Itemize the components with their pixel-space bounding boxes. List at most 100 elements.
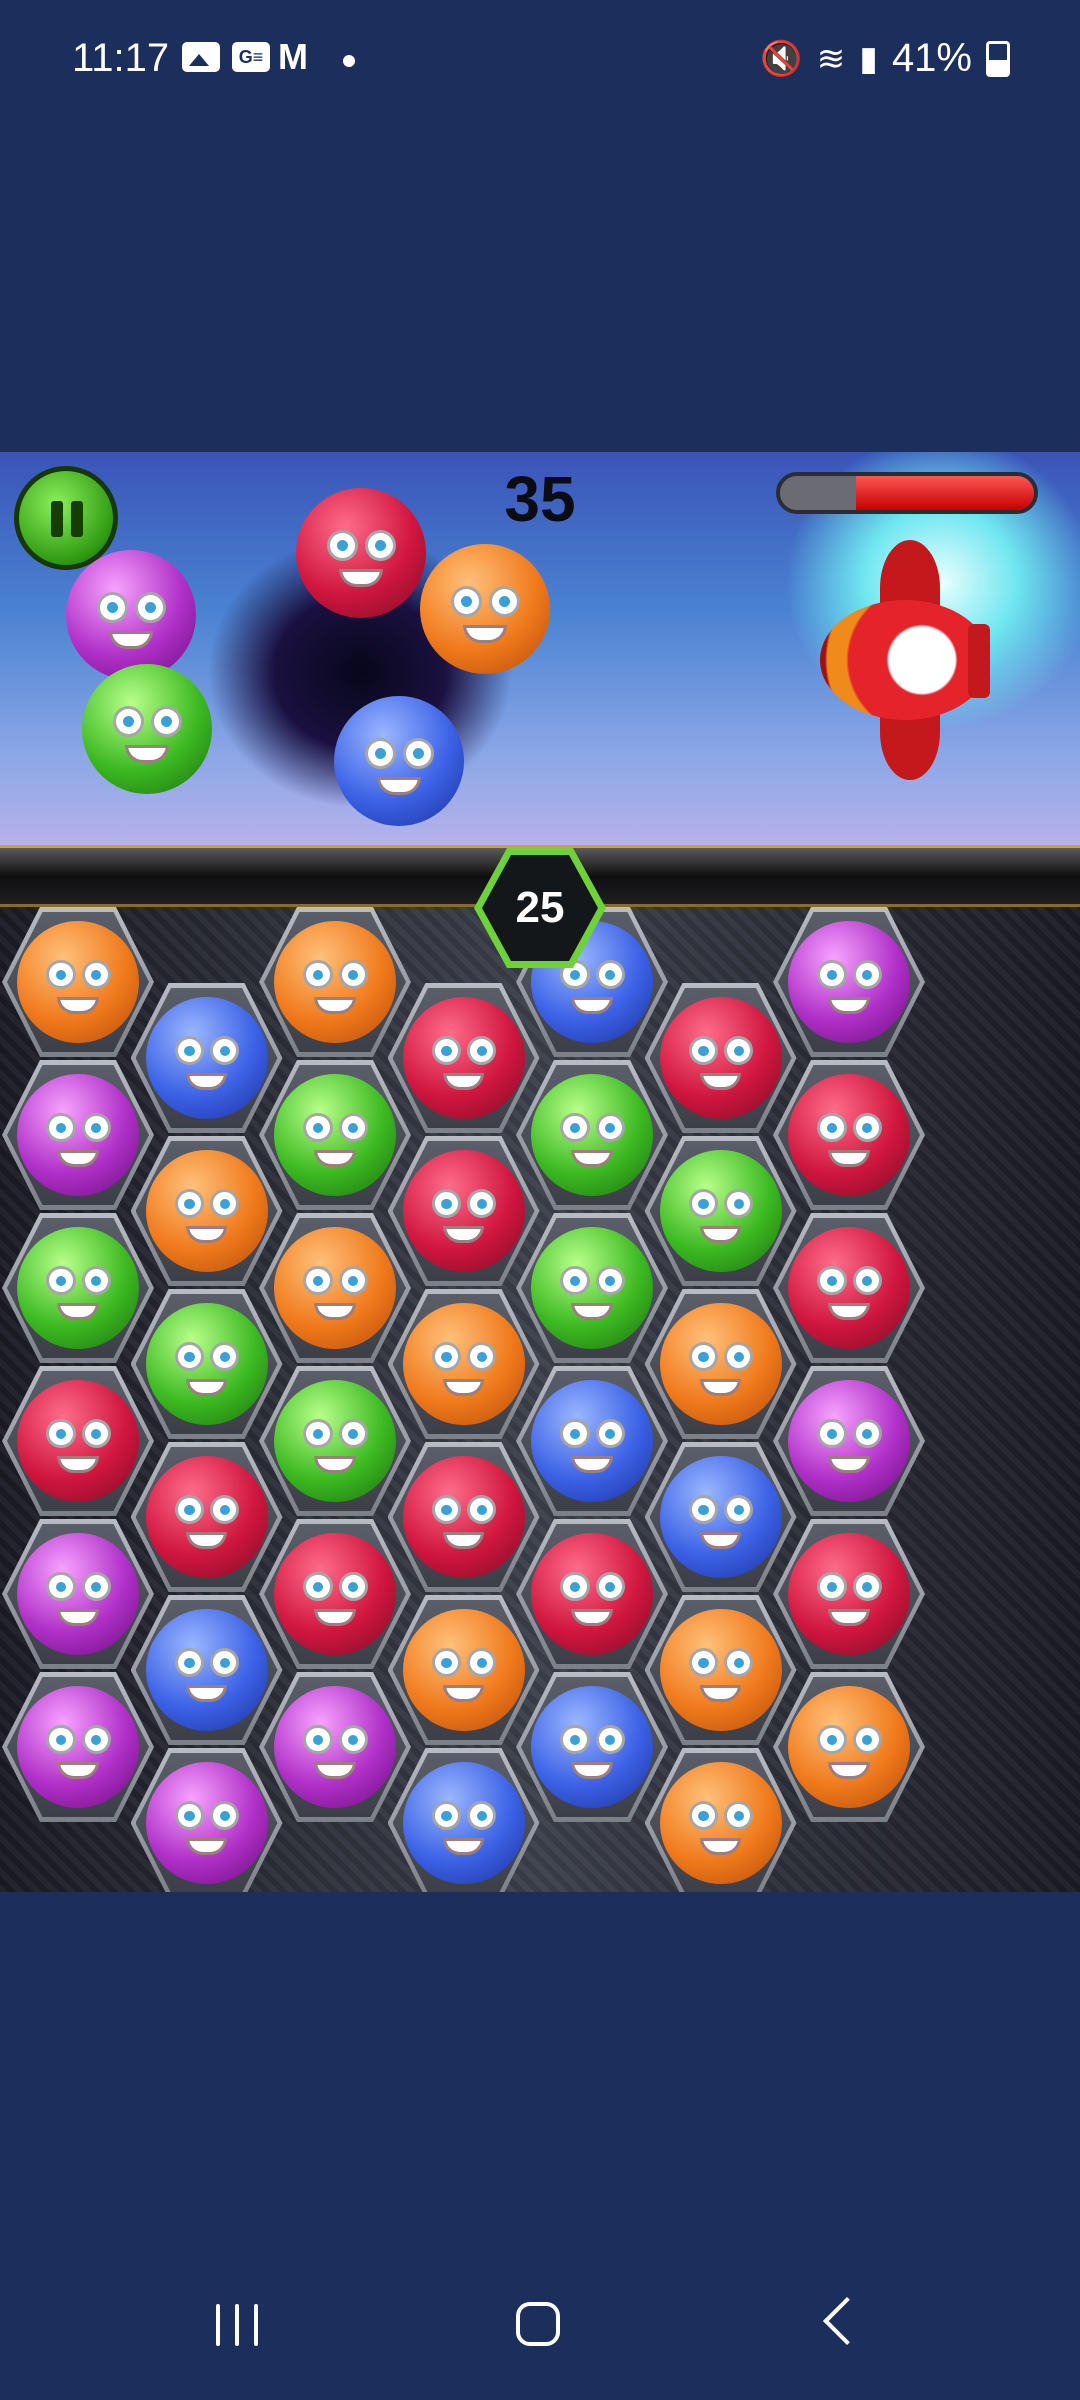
monster-eye — [431, 1342, 462, 1372]
blue-monster[interactable] — [145, 1609, 268, 1731]
red-monster[interactable] — [531, 1533, 653, 1655]
red-monster[interactable] — [788, 1074, 910, 1196]
monster-eye — [467, 1342, 497, 1372]
enemy-health-bar — [776, 472, 1038, 514]
monster-eye — [595, 1266, 625, 1296]
monster-eye — [724, 1495, 754, 1525]
monster-mouth — [57, 1608, 99, 1626]
purple-monster[interactable] — [788, 1380, 910, 1502]
monster-eye — [210, 1342, 240, 1372]
blue-monster[interactable] — [402, 1762, 525, 1884]
monster-eye — [210, 1189, 240, 1219]
orange-monster[interactable] — [659, 1609, 782, 1731]
enemy-spaceship — [806, 540, 1016, 780]
monster-mouth — [699, 1072, 742, 1090]
orange-monster[interactable] — [659, 1303, 782, 1425]
monster-eye — [402, 737, 435, 769]
monster-eye — [688, 1495, 719, 1525]
orange-monster[interactable] — [402, 1609, 525, 1731]
blue-monster[interactable] — [531, 1686, 653, 1808]
monster-eye — [467, 1648, 497, 1678]
monster-mouth — [828, 1608, 870, 1626]
recent-apps-icon[interactable] — [214, 2304, 260, 2346]
space-background: 35 — [0, 452, 1080, 852]
monster-eye — [852, 960, 882, 990]
monster-eye — [327, 529, 359, 561]
blue-monster — [334, 696, 464, 826]
monster-eye — [431, 1648, 462, 1678]
blue-monster[interactable] — [145, 997, 268, 1119]
purple-monster[interactable] — [17, 1074, 139, 1196]
green-monster[interactable] — [274, 1380, 396, 1502]
monster-mouth — [185, 1531, 228, 1549]
monster-mouth — [185, 1684, 228, 1702]
monster-eye — [852, 1113, 882, 1143]
monster-eye — [724, 1189, 754, 1219]
red-monster[interactable] — [788, 1533, 910, 1655]
orange-monster — [420, 544, 550, 674]
red-monster[interactable] — [17, 1380, 139, 1502]
monster-eye — [174, 1036, 205, 1066]
wifi-icon: ≋ — [816, 39, 846, 78]
purple-monster[interactable] — [17, 1533, 139, 1655]
monster-eye — [303, 1419, 333, 1449]
pause-button[interactable] — [14, 466, 118, 570]
purple-monster[interactable] — [274, 1686, 396, 1808]
monster-eye — [595, 1419, 625, 1449]
monster-eye — [560, 1266, 590, 1296]
purple-monster[interactable] — [17, 1686, 139, 1808]
green-monster[interactable] — [145, 1303, 268, 1425]
moves-counter: 25 — [482, 855, 598, 961]
monster-eye — [210, 1036, 240, 1066]
notification-dot-icon — [343, 55, 355, 67]
monster-eye — [303, 1113, 333, 1143]
red-monster[interactable] — [402, 1456, 525, 1578]
orange-monster[interactable] — [274, 1227, 396, 1349]
home-icon[interactable] — [516, 2302, 560, 2346]
green-monster[interactable] — [531, 1074, 653, 1196]
monster-eye — [210, 1495, 240, 1525]
monster-eye — [488, 585, 521, 617]
red-monster[interactable] — [145, 1456, 268, 1578]
orange-monster[interactable] — [788, 1686, 910, 1808]
red-monster[interactable] — [659, 997, 782, 1119]
status-time: 11:17 — [72, 36, 170, 80]
blue-monster[interactable] — [531, 1380, 653, 1502]
monster-mouth — [185, 1225, 228, 1243]
blue-monster[interactable] — [659, 1456, 782, 1578]
ship-tail — [968, 624, 990, 698]
red-monster[interactable] — [402, 997, 525, 1119]
orange-monster[interactable] — [145, 1150, 268, 1272]
purple-monster[interactable] — [788, 921, 910, 1043]
monster-mouth — [338, 568, 384, 587]
purple-monster[interactable] — [145, 1762, 268, 1884]
orange-monster[interactable] — [274, 921, 396, 1043]
monster-mouth — [442, 1531, 485, 1549]
monster-mouth — [57, 1455, 99, 1473]
green-monster[interactable] — [659, 1150, 782, 1272]
back-icon[interactable] — [822, 2296, 872, 2346]
monster-eye — [724, 1801, 754, 1831]
monster-eye — [724, 1342, 754, 1372]
monster-eye — [150, 705, 183, 737]
orange-monster[interactable] — [402, 1303, 525, 1425]
signal-icon: ▮ — [859, 39, 878, 78]
red-monster[interactable] — [788, 1227, 910, 1349]
red-monster[interactable] — [274, 1533, 396, 1655]
red-monster[interactable] — [402, 1150, 525, 1272]
green-monster[interactable] — [274, 1074, 396, 1196]
orange-monster[interactable] — [17, 921, 139, 1043]
monster-mouth — [314, 1608, 356, 1626]
battery-icon — [986, 40, 1010, 77]
monster-mouth — [571, 1149, 613, 1167]
game-area[interactable]: 35 25 — [0, 452, 1080, 1892]
monster-mouth — [442, 1072, 485, 1090]
monster-eye — [852, 1572, 882, 1602]
monster-mouth — [571, 1608, 613, 1626]
monster-eye — [338, 1572, 368, 1602]
monster-mouth — [57, 1149, 99, 1167]
green-monster[interactable] — [17, 1227, 139, 1349]
monster-eye — [364, 529, 397, 561]
green-monster[interactable] — [531, 1227, 653, 1349]
orange-monster[interactable] — [659, 1762, 782, 1884]
